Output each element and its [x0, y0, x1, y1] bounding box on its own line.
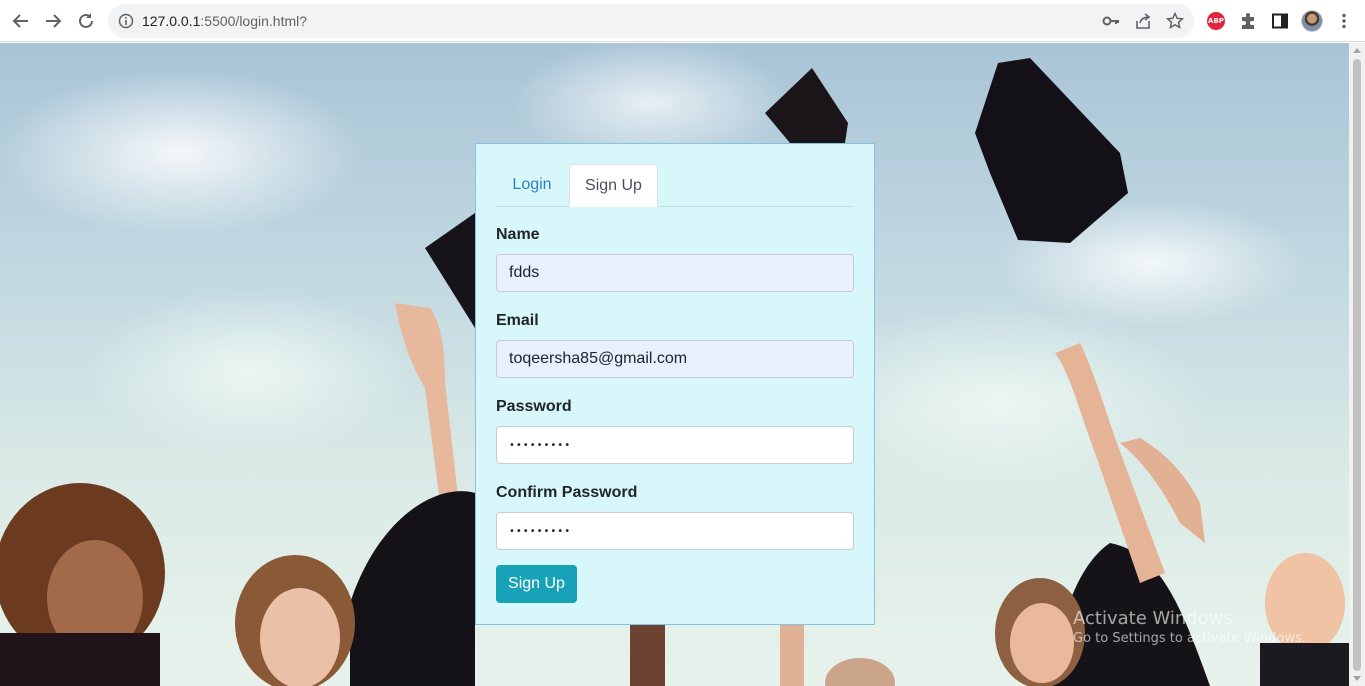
flying-cap-right	[975, 58, 1128, 243]
password-input[interactable]	[496, 426, 854, 464]
email-label: Email	[496, 312, 539, 329]
name-label: Name	[496, 226, 540, 243]
scroll-down-arrow-icon[interactable]	[1353, 676, 1361, 681]
adblock-plus-icon[interactable]: ABP	[1205, 10, 1227, 32]
name-input[interactable]	[496, 254, 854, 292]
site-info-icon[interactable]	[118, 13, 134, 34]
side-panel-icon[interactable]	[1269, 10, 1291, 32]
back-icon[interactable]	[9, 9, 33, 33]
watermark-title: Activate Windows	[1073, 608, 1233, 629]
gown-left	[350, 491, 475, 686]
url-host: 127.0.0.1	[142, 13, 201, 29]
bookmark-star-icon[interactable]	[1166, 12, 1184, 30]
profile-avatar[interactable]	[1301, 10, 1323, 32]
email-input[interactable]	[496, 340, 854, 378]
signup-submit-button[interactable]: Sign Up	[496, 565, 577, 603]
auth-tabs: Login Sign Up	[496, 164, 854, 207]
scrollbar-thumb[interactable]	[1353, 59, 1361, 671]
scroll-up-arrow-icon[interactable]	[1353, 48, 1361, 53]
password-label: Password	[496, 398, 572, 415]
confirm-password-label: Confirm Password	[496, 484, 638, 501]
page-scrollbar[interactable]	[1349, 43, 1365, 686]
face-second-woman	[260, 588, 340, 686]
confirm-password-input[interactable]	[496, 512, 854, 550]
key-icon[interactable]	[1102, 12, 1120, 30]
kebab-menu-icon[interactable]	[1333, 10, 1355, 32]
url-text[interactable]: 127.0.0.1:5500/login.html?	[142, 13, 307, 29]
address-bar[interactable]: 127.0.0.1:5500/login.html?	[108, 4, 1194, 38]
watermark-subtitle: Go to Settings to activate Windows.	[1073, 631, 1306, 646]
raised-arm-left	[395, 303, 460, 513]
tab-signup[interactable]: Sign Up	[569, 164, 658, 207]
avatar-image	[1301, 10, 1323, 32]
tab-login[interactable]: Login	[496, 164, 568, 206]
reload-icon[interactable]	[74, 9, 98, 33]
browser-toolbar: 127.0.0.1:5500/login.html? ABP	[0, 0, 1365, 42]
flying-cap-left	[425, 213, 475, 328]
extensions-puzzle-icon[interactable]	[1237, 10, 1259, 32]
share-icon[interactable]	[1134, 12, 1152, 30]
windows-activation-watermark: Activate Windows Go to Settings to activ…	[1073, 608, 1306, 648]
auth-card: Login Sign Up Name Email Password Confir…	[475, 143, 875, 625]
url-path: :5500/login.html?	[200, 13, 308, 29]
abp-badge: ABP	[1207, 12, 1225, 30]
forward-icon[interactable]	[41, 9, 65, 33]
flying-cap-center	[765, 68, 848, 143]
